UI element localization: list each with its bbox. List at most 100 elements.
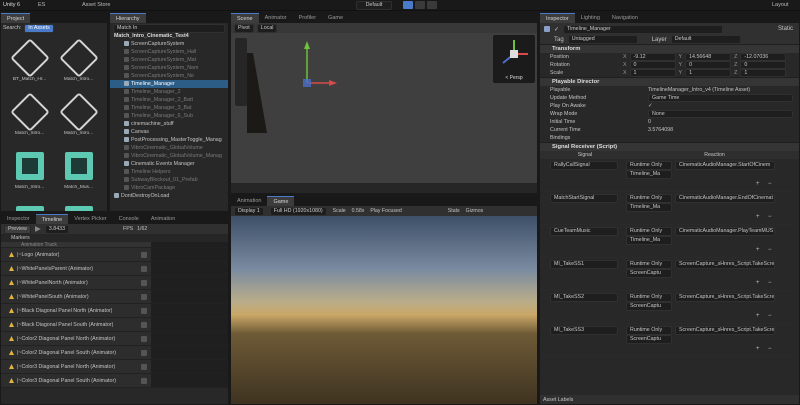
method-select[interactable]: CinematicAudioManager.EndOfCinemat bbox=[675, 194, 775, 203]
search-scope-select[interactable]: In Assets bbox=[24, 23, 54, 33]
hierarchy-item[interactable]: VibroCinematic_GlobalVolume_Manag bbox=[110, 152, 228, 160]
play-timeline-icon[interactable] bbox=[34, 226, 41, 232]
tab-lighting[interactable]: Lighting bbox=[575, 13, 606, 23]
asset-tile[interactable]: Match_Mus... bbox=[54, 147, 103, 191]
add-reaction-button[interactable]: + bbox=[756, 214, 760, 220]
hierarchy-item[interactable]: Timeline Helpers bbox=[110, 168, 228, 176]
signal-select[interactable]: CueTeamMusic bbox=[550, 227, 618, 236]
tab-vertex-picker[interactable]: Vertex Picker bbox=[68, 214, 112, 224]
playable-row-value[interactable]: Game Time bbox=[648, 94, 793, 102]
tab-console[interactable]: Console bbox=[113, 214, 145, 224]
hierarchy-item[interactable]: Timeline_Manager bbox=[110, 80, 228, 88]
remove-reaction-button[interactable]: − bbox=[768, 280, 772, 286]
pause-button[interactable] bbox=[415, 1, 425, 9]
method-select[interactable]: ScreenCapture_sHnres_Script.TakeScree bbox=[675, 293, 775, 302]
display-select[interactable]: Display 1 bbox=[234, 206, 264, 216]
asset-tile[interactable]: Match_Intro... bbox=[5, 147, 54, 191]
timeline-track[interactable]: |~WhitePanelNorth (Animator) bbox=[1, 276, 151, 290]
track-lock-icon[interactable] bbox=[141, 377, 147, 384]
hierarchy-item[interactable]: Timeline_Manager_3_Bat bbox=[110, 104, 228, 112]
method-select[interactable]: CinematicAudioManager.PlayTeamMUS bbox=[675, 227, 775, 236]
play-focused-select[interactable]: Play Focused bbox=[370, 208, 401, 214]
cloud-button[interactable]: ES bbox=[38, 2, 45, 8]
asset-tile[interactable]: BT_Match_Hr... bbox=[5, 38, 54, 83]
stats-toggle[interactable]: Stats bbox=[448, 208, 460, 214]
track-lock-icon[interactable] bbox=[141, 265, 147, 272]
object-name-field[interactable]: Timeline_Manager bbox=[563, 24, 724, 34]
playable-row-value[interactable]: None bbox=[648, 110, 793, 118]
signal-select[interactable]: MI_TakeSS2 bbox=[550, 293, 618, 302]
timeline-track[interactable]: |~Color2 Diagonal Panel North (Animator) bbox=[1, 332, 151, 346]
method-select[interactable]: ScreenCapture_sHnres_Script.TakeScree bbox=[675, 326, 775, 335]
asset-tile[interactable]: Match_Intro... bbox=[54, 92, 103, 137]
hierarchy-item[interactable]: Timeline_Manager_6_Sub bbox=[110, 112, 228, 120]
frame-field[interactable]: 3.8433 bbox=[44, 224, 70, 234]
remove-reaction-button[interactable]: − bbox=[768, 181, 772, 187]
asset-tile[interactable]: Match_Mus... bbox=[54, 201, 103, 211]
tag-select[interactable]: Untagged bbox=[567, 35, 638, 44]
track-lock-icon[interactable] bbox=[141, 279, 147, 286]
preview-toggle[interactable]: Preview bbox=[4, 224, 31, 234]
tab-game[interactable]: Game bbox=[322, 13, 349, 23]
active-checkbox[interactable]: ✓ bbox=[554, 26, 559, 33]
target-object-field[interactable]: Timeline_Ma bbox=[626, 236, 672, 245]
scale-z-field[interactable]: 1 bbox=[740, 69, 787, 77]
layout-dropdown[interactable]: Layout bbox=[772, 2, 789, 8]
hierarchy-item[interactable]: ScreenCaptureSystem_Mat bbox=[110, 56, 228, 64]
track-lock-icon[interactable] bbox=[141, 335, 147, 342]
signal-select[interactable]: RallyCallSignal bbox=[550, 161, 618, 170]
timeline-track[interactable]: |~Color3 Diagonal Panel South (Animator) bbox=[1, 374, 151, 388]
signal-select[interactable]: MI_TakeSS1 bbox=[550, 260, 618, 269]
scale-y-field[interactable]: 1 bbox=[685, 69, 732, 77]
scale-value[interactable]: 0.58x bbox=[352, 208, 365, 214]
tab-profiler[interactable]: Profiler bbox=[293, 13, 322, 23]
remove-reaction-button[interactable]: − bbox=[768, 313, 772, 319]
add-reaction-button[interactable]: + bbox=[756, 313, 760, 319]
track-lock-icon[interactable] bbox=[141, 349, 147, 356]
timeline-track[interactable]: |~Logo (Animator) bbox=[1, 248, 151, 262]
game-viewport[interactable] bbox=[231, 216, 537, 404]
hierarchy-item[interactable]: ScreenCaptureSystem bbox=[110, 40, 228, 48]
add-reaction-button[interactable]: + bbox=[756, 346, 760, 352]
gizmos-toggle[interactable]: Gizmos bbox=[466, 208, 484, 214]
hierarchy-item[interactable]: DontDestroyOnLoad bbox=[110, 192, 228, 200]
scene-root[interactable]: Match_Intro_Cinematic_Test4 bbox=[110, 32, 228, 40]
hierarchy-item[interactable]: Cinematic Events Manager bbox=[110, 160, 228, 168]
add-reaction-button[interactable]: + bbox=[756, 280, 760, 286]
track-lock-icon[interactable] bbox=[141, 363, 147, 370]
target-object-field[interactable]: Timeline_Ma bbox=[626, 170, 672, 179]
hierarchy-item[interactable]: VibroCinematic_GlobalVolume bbox=[110, 144, 228, 152]
position-z-field[interactable]: -12.07036 bbox=[740, 53, 787, 61]
bindings-foldout[interactable]: Bindings bbox=[540, 134, 799, 142]
track-clip-lane[interactable] bbox=[151, 290, 228, 304]
timeline-track[interactable]: Animation Track bbox=[1, 242, 151, 248]
runtime-select[interactable]: Runtime Only bbox=[626, 227, 672, 236]
method-select[interactable]: ScreenCapture_sHnres_Script.TakeScree bbox=[675, 260, 775, 269]
static-toggle[interactable]: Static bbox=[778, 26, 793, 32]
asset-tile[interactable]: Match_Intro... bbox=[54, 38, 103, 83]
tab-animator[interactable]: Animator bbox=[259, 13, 293, 23]
unity-account-button[interactable]: Unity 6 bbox=[3, 2, 20, 8]
position-y-field[interactable]: 14.56648 bbox=[685, 53, 732, 61]
target-object-field[interactable]: Timeline_Ma bbox=[626, 203, 672, 212]
asset-tile[interactable]: Match_Mus... bbox=[5, 201, 54, 211]
tab-hierarchy[interactable]: Hierarchy bbox=[110, 13, 146, 23]
timeline-track[interactable]: |~Black Diagonal Panel South (Animator) bbox=[1, 318, 151, 332]
rotation-z-field[interactable]: 0 bbox=[740, 61, 787, 69]
hierarchy-item[interactable]: cinemachine_stuff bbox=[110, 120, 228, 128]
asset-labels-bar[interactable]: Asset Labels bbox=[540, 395, 799, 404]
track-clip-lane[interactable] bbox=[151, 276, 228, 290]
perspective-label[interactable]: < Persp bbox=[493, 75, 535, 81]
runtime-select[interactable]: Runtime Only bbox=[626, 194, 672, 203]
track-clip-lane[interactable] bbox=[151, 346, 228, 360]
runtime-select[interactable]: Runtime Only bbox=[626, 161, 672, 170]
timeline-track[interactable]: |~WhitePanelsParent (Animator) bbox=[1, 262, 151, 276]
asset-tile[interactable]: Match_Intro... bbox=[5, 92, 54, 137]
remove-reaction-button[interactable]: − bbox=[768, 214, 772, 220]
add-reaction-button[interactable]: + bbox=[756, 181, 760, 187]
timeline-track[interactable]: |~WhitePanelSouth (Animator) bbox=[1, 290, 151, 304]
hierarchy-item[interactable]: Timeline_Manager_2 bbox=[110, 88, 228, 96]
timeline-track[interactable]: |~Black Diagonal Panel North (Animator) bbox=[1, 304, 151, 318]
runtime-select[interactable]: Runtime Only bbox=[626, 293, 672, 302]
scene-orientation-gizmo[interactable]: < Persp bbox=[493, 35, 535, 83]
